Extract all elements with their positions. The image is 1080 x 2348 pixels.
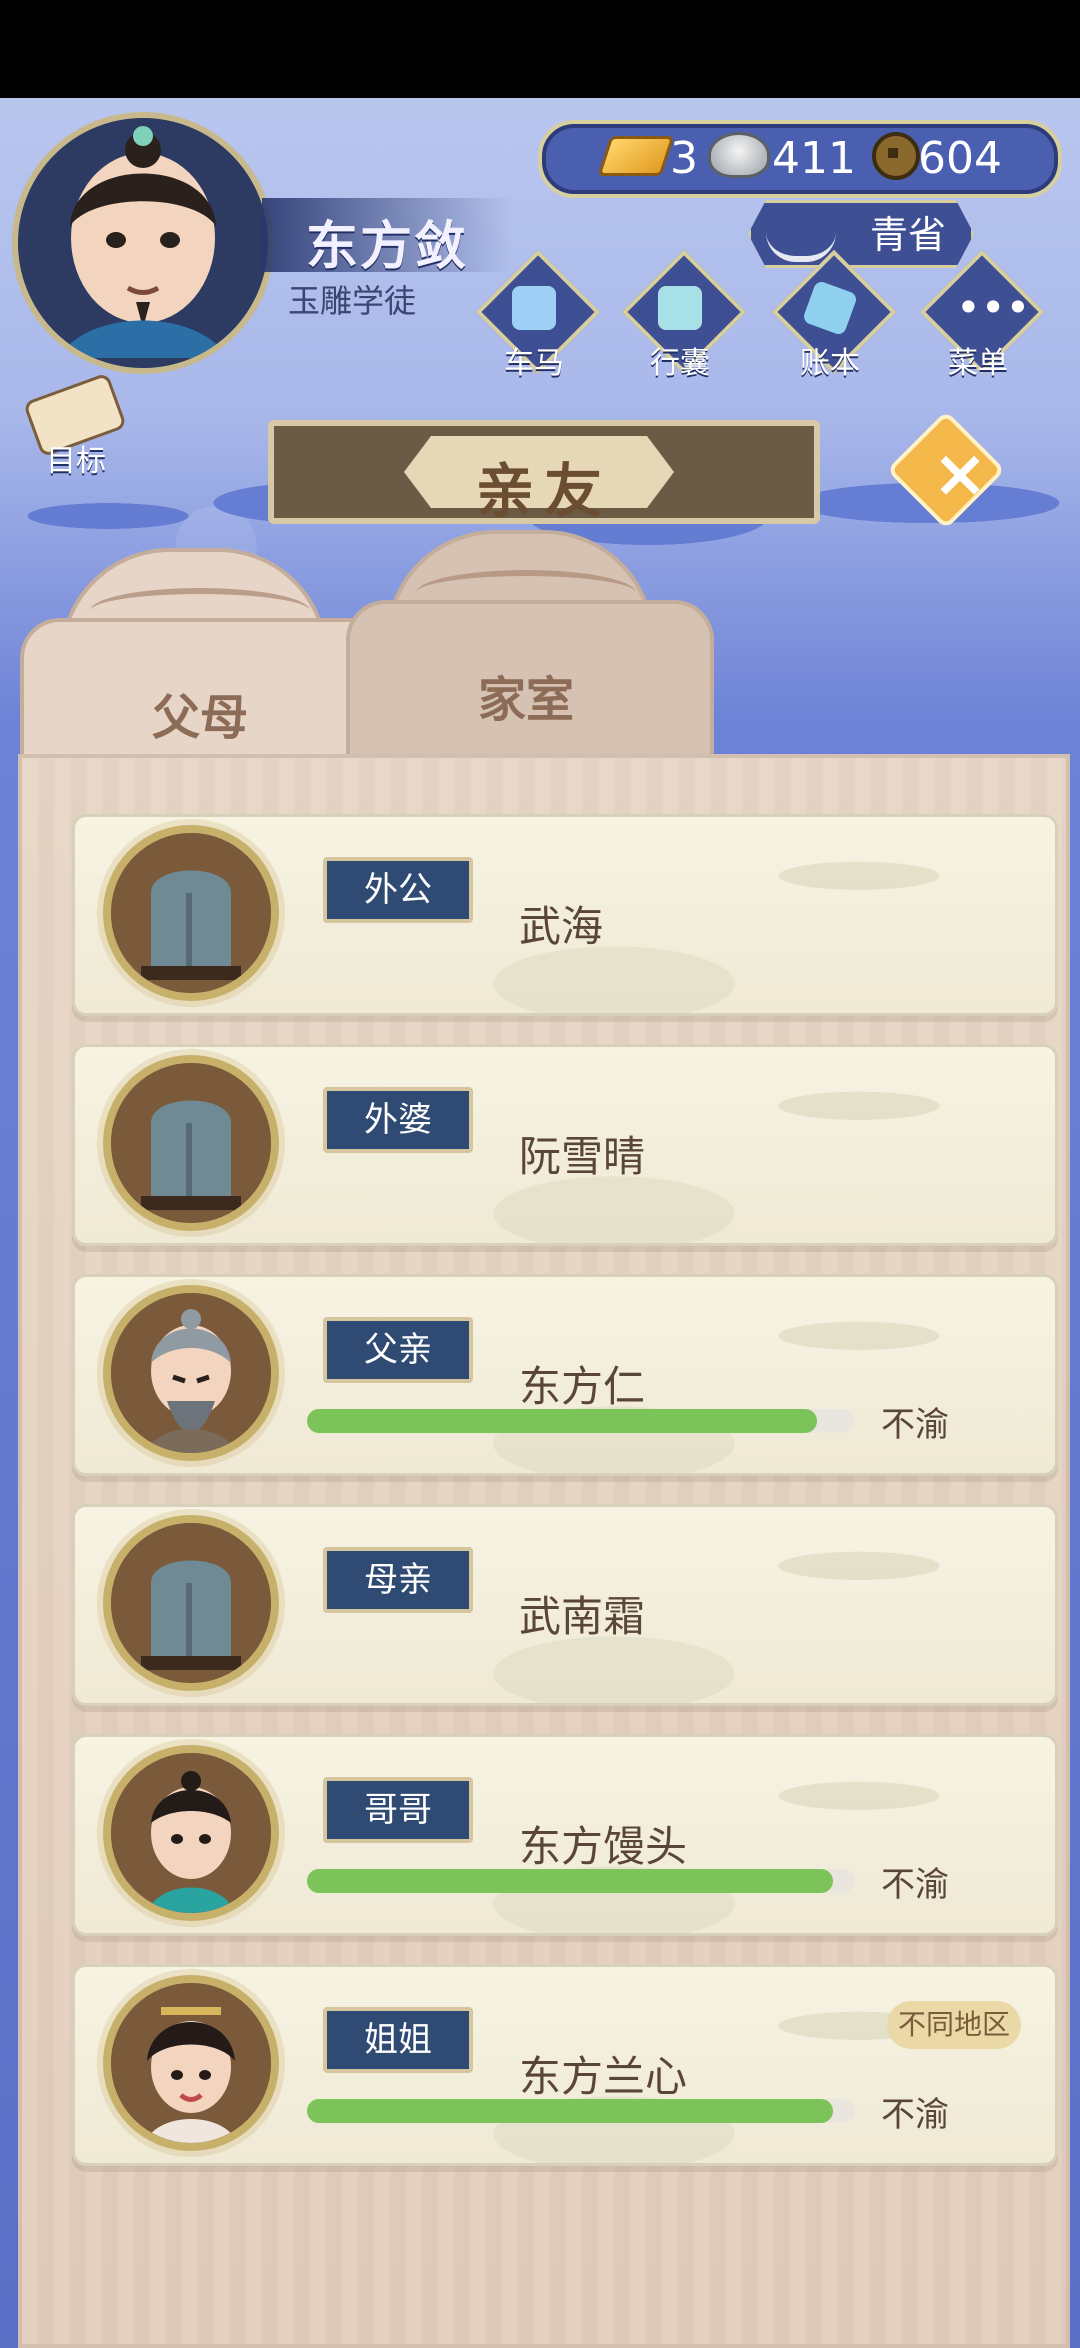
old-man-avatar-illustration [111, 1293, 271, 1453]
tombstone-icon [111, 1523, 271, 1683]
cloud-ornament-icon [90, 588, 310, 634]
bag-label: 行囊 [650, 346, 710, 381]
goal-label: 目标 [46, 444, 106, 479]
gold-ingot-icon [597, 136, 675, 176]
page-title-banner: 亲友 [268, 420, 820, 525]
mood-status: 不渝 [881, 2095, 949, 2135]
currency-bar: 3 411 604 [538, 120, 1062, 198]
gold-count: 3 [670, 133, 698, 184]
bag-icon [658, 286, 702, 330]
mood-status: 不渝 [881, 1405, 949, 1445]
carriage-icon [512, 286, 556, 330]
woman-avatar-illustration [111, 1983, 271, 2143]
menu-label: 菜单 [948, 346, 1008, 381]
copper-coin-icon [872, 132, 920, 180]
relative-name: 阮雪晴 [519, 1132, 646, 1181]
tombstone-portrait [103, 1515, 279, 1691]
region-difference-badge: 不同地区 [887, 2001, 1021, 2049]
old-man-portrait [103, 1285, 279, 1461]
relation-badge: 外公 [323, 857, 473, 923]
inkstone-icon [766, 206, 836, 262]
close-icon: × [932, 435, 988, 512]
relative-card[interactable]: 姐姐 东方兰心 不同地区 不渝 [72, 1964, 1058, 2166]
relative-name: 东方仁 [519, 1362, 646, 1411]
silver-ingot-icon [708, 132, 770, 178]
mood-progress-fill [307, 2099, 834, 2123]
region-label: 青省 [870, 213, 947, 257]
ledger-button[interactable]: 账本 [771, 249, 897, 381]
relative-card[interactable]: 外婆 阮雪晴 [72, 1044, 1058, 1246]
page-title: 亲友 [475, 457, 612, 525]
goal-button[interactable]: 目标 [18, 372, 128, 480]
player-name: 东方敛 [306, 217, 469, 277]
mood-progress-track [307, 1409, 855, 1433]
player-avatar[interactable] [12, 112, 274, 374]
carriage-label: 车马 [504, 346, 564, 381]
menu-dots-icon: ••• [956, 283, 1031, 332]
relative-card[interactable]: 父亲 东方仁 不渝 [72, 1274, 1058, 1476]
tombstone-icon [111, 1063, 271, 1223]
young-man-portrait [103, 1745, 279, 1921]
relatives-board: 外公 武海 外婆 阮雪晴 父亲 东方仁 不渝 母亲 武南霜 哥哥 东方馒头 不渝… [18, 754, 1070, 2348]
tombstone-portrait [103, 825, 279, 1001]
relation-badge: 哥哥 [323, 1777, 473, 1843]
player-avatar-illustration [18, 118, 268, 368]
tombstone-portrait [103, 1055, 279, 1231]
woman-portrait [103, 1975, 279, 2151]
relation-badge: 姐姐 [323, 2007, 473, 2073]
relation-badge: 母亲 [323, 1547, 473, 1613]
relative-name: 东方兰心 [519, 2052, 688, 2101]
relation-badge: 外婆 [323, 1087, 473, 1153]
silver-count: 411 [772, 133, 856, 184]
mood-progress-track [307, 2099, 855, 2123]
mood-progress-track [307, 1869, 855, 1893]
status-bar [0, 0, 1080, 98]
player-title: 玉雕学徒 [288, 282, 417, 320]
tab-spouse[interactable]: 家室 [346, 530, 714, 758]
relative-name: 武海 [519, 902, 604, 951]
relation-badge: 父亲 [323, 1317, 473, 1383]
relative-card[interactable]: 母亲 武南霜 [72, 1504, 1058, 1706]
tab-parents[interactable]: 父母 [20, 548, 388, 776]
relative-name: 东方馒头 [519, 1822, 688, 1871]
ledger-label: 账本 [800, 346, 860, 381]
menu-button[interactable]: ••• 菜单 [919, 249, 1045, 381]
young-man-avatar-illustration [111, 1753, 271, 1913]
mood-status: 不渝 [881, 1865, 949, 1905]
tab-spouse-label: 家室 [477, 672, 574, 728]
mood-progress-fill [307, 1409, 817, 1433]
relative-name: 武南霜 [519, 1592, 646, 1641]
coin-count: 604 [918, 133, 1002, 184]
relative-card[interactable]: 哥哥 东方馒头 不渝 [72, 1734, 1058, 1936]
cloud-ornament-icon [416, 570, 636, 616]
carriage-button[interactable]: 车马 [475, 249, 601, 381]
relative-card[interactable]: 外公 武海 [72, 814, 1058, 1016]
tab-parents-label: 父母 [151, 690, 248, 746]
tombstone-icon [111, 833, 271, 993]
mood-progress-fill [307, 1869, 834, 1893]
bag-button[interactable]: 行囊 [621, 249, 747, 381]
